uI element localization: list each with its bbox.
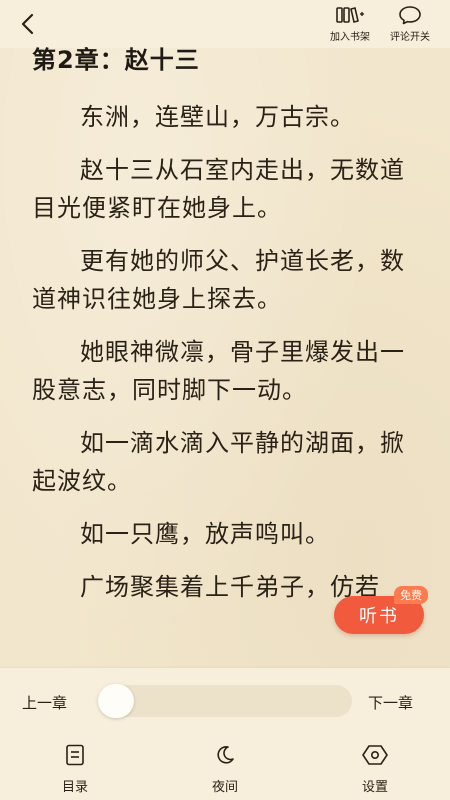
night-mode-label: 夜间 — [211, 780, 238, 795]
back-button[interactable] — [14, 10, 42, 38]
paragraph: 她眼神微凛，骨子里爆发出一股意志，同时脚下一动。 — [32, 338, 405, 404]
paragraph: 如一滴水滴入平静的湖面，掀起波纹。 — [32, 429, 405, 495]
toc-label: 目录 — [61, 780, 88, 795]
night-mode-button[interactable]: 夜间 — [190, 742, 260, 795]
add-to-shelf-label: 加入书架 — [330, 32, 370, 43]
add-to-shelf-button[interactable]: 加入书架 — [320, 4, 380, 46]
bottom-menu: 上一章 下一章 目录 夜间 设置 — [0, 668, 450, 800]
prev-chapter-button[interactable]: 上一章 — [22, 692, 67, 713]
bookshelf-add-icon — [320, 4, 380, 26]
comment-toggle-label: 评论开关 — [390, 32, 430, 43]
chapter-progress-slider[interactable] — [98, 685, 352, 717]
paragraph: 赵十三从石室内走出，无数道目光便紧盯在她身上。 — [32, 156, 405, 222]
next-chapter-button[interactable]: 下一章 — [368, 692, 413, 713]
chapter-title: 第2章：赵十三 — [32, 46, 200, 74]
table-of-contents-icon — [40, 742, 110, 768]
comment-toggle-button[interactable]: 评论开关 — [380, 4, 440, 46]
chevron-left-icon — [21, 13, 34, 35]
paragraph: 如一只鹰，放声鸣叫。 — [80, 520, 330, 548]
listen-label: 听书 — [359, 606, 399, 627]
chapter-content: 东洲，连壁山，万古宗。 赵十三从石室内走出，无数道目光便紧盯在她身上。 更有她的… — [32, 98, 424, 666]
paragraph: 更有她的师父、护道长老，数道神识往她身上探去。 — [32, 247, 405, 313]
settings-label: 设置 — [361, 780, 388, 795]
reader-page: 加入书架 评论开关 第2章：赵十三 东洲，连壁山，万古宗。 赵十三从石室内走出，… — [0, 0, 450, 800]
toc-button[interactable]: 目录 — [40, 742, 110, 795]
comment-bubble-icon — [380, 4, 440, 26]
paragraph: 东洲，连壁山，万古宗。 — [80, 103, 355, 131]
progress-slider-thumb[interactable] — [98, 684, 134, 718]
settings-icon — [340, 742, 410, 768]
moon-icon — [190, 742, 260, 768]
free-badge: 免费 — [394, 586, 428, 604]
settings-button[interactable]: 设置 — [340, 742, 410, 795]
